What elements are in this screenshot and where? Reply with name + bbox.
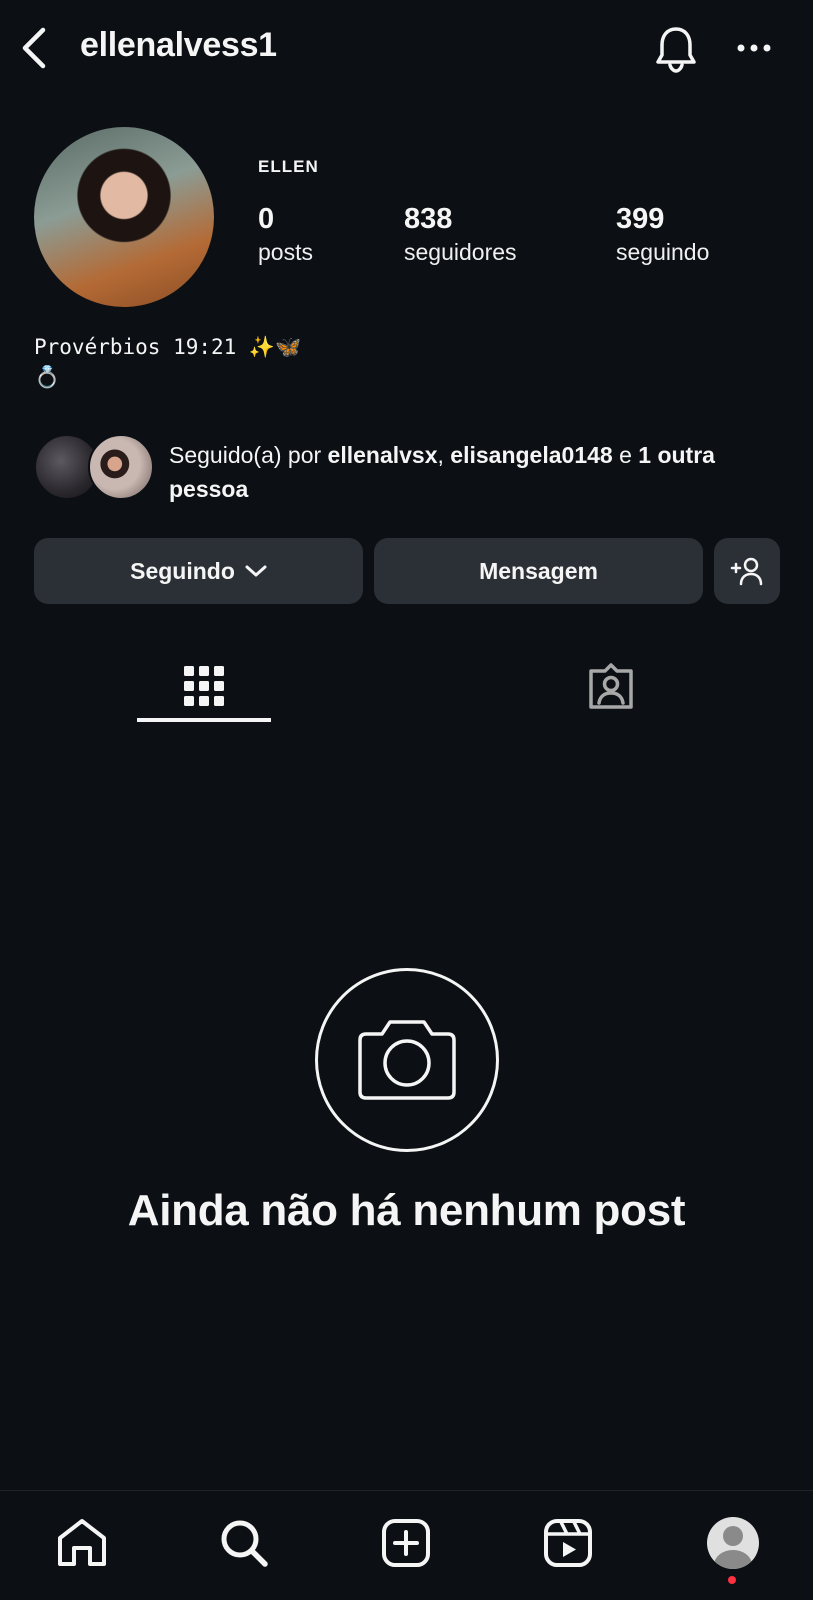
posts-count: 0 — [258, 203, 275, 235]
nav-create[interactable] — [376, 1513, 436, 1573]
profile-avatar[interactable] — [34, 127, 214, 307]
reels-icon — [543, 1518, 593, 1568]
suggested-users-button[interactable] — [714, 538, 780, 604]
top-bar: ellenalvess1 — [0, 0, 813, 96]
followers-label: seguidores — [404, 239, 517, 265]
following-button-label: Seguindo — [130, 557, 235, 584]
posts-stat[interactable]: 0 posts — [258, 200, 313, 266]
mutual-followers-text: Seguido(a) por ellenalvsx, elisangela014… — [169, 438, 769, 506]
message-button[interactable]: Mensagem — [374, 538, 703, 604]
mutual-prefix: Seguido(a) por — [169, 442, 328, 468]
profile-username: ellenalvess1 — [80, 26, 277, 64]
add-person-icon — [730, 556, 764, 586]
tab-tagged[interactable] — [544, 650, 678, 722]
tagged-person-icon — [587, 663, 635, 709]
nav-profile[interactable] — [703, 1513, 763, 1573]
bio-line: Provérbios 19:21 ✨🦋 — [34, 335, 302, 359]
mutual-user-1: ellenalvsx — [327, 442, 438, 468]
nav-reels[interactable] — [538, 1513, 598, 1573]
avatar — [707, 1517, 759, 1569]
nav-home[interactable] — [52, 1513, 112, 1573]
chevron-left-icon — [19, 26, 49, 70]
more-options-button[interactable] — [732, 30, 776, 66]
active-tab-indicator — [137, 718, 271, 722]
posts-label: posts — [258, 239, 313, 265]
empty-state-camera — [315, 968, 499, 1152]
back-button[interactable] — [14, 26, 54, 70]
mutual-followers[interactable]: Seguido(a) por ellenalvsx, elisangela014… — [34, 434, 794, 504]
profile-full-name: ELLEN — [258, 157, 319, 176]
search-icon — [219, 1518, 269, 1568]
followers-count: 838 — [404, 203, 453, 235]
profile-bio: Provérbios 19:21 ✨🦋 💍 — [34, 332, 301, 392]
followers-stat[interactable]: 838 seguidores — [404, 200, 517, 266]
notification-dot — [728, 1576, 736, 1584]
mutual-conjunction: e — [612, 442, 639, 468]
nav-search[interactable] — [214, 1513, 274, 1573]
mutual-user-2: elisangela0148 — [450, 442, 613, 468]
camera-icon — [356, 1016, 458, 1104]
grid-icon — [184, 666, 224, 706]
mutual-separator: , — [437, 442, 451, 468]
bottom-nav — [0, 1490, 813, 1600]
more-horizontal-icon — [736, 43, 772, 53]
notifications-button[interactable] — [652, 24, 700, 74]
bell-icon — [654, 25, 698, 73]
tab-posts-grid[interactable] — [137, 650, 271, 722]
empty-state-text: Ainda não há nenhum post — [127, 1186, 686, 1235]
following-stat[interactable]: 399 seguindo — [616, 200, 709, 266]
message-button-label: Mensagem — [479, 557, 598, 584]
plus-square-icon — [381, 1518, 431, 1568]
mutual-follower-avatar — [88, 434, 154, 500]
following-label: seguindo — [616, 239, 710, 265]
following-count: 399 — [616, 203, 665, 235]
bio-line: 💍 — [34, 365, 61, 389]
home-icon — [56, 1518, 108, 1568]
chevron-down-icon — [245, 564, 267, 578]
following-button[interactable]: Seguindo — [34, 538, 363, 604]
